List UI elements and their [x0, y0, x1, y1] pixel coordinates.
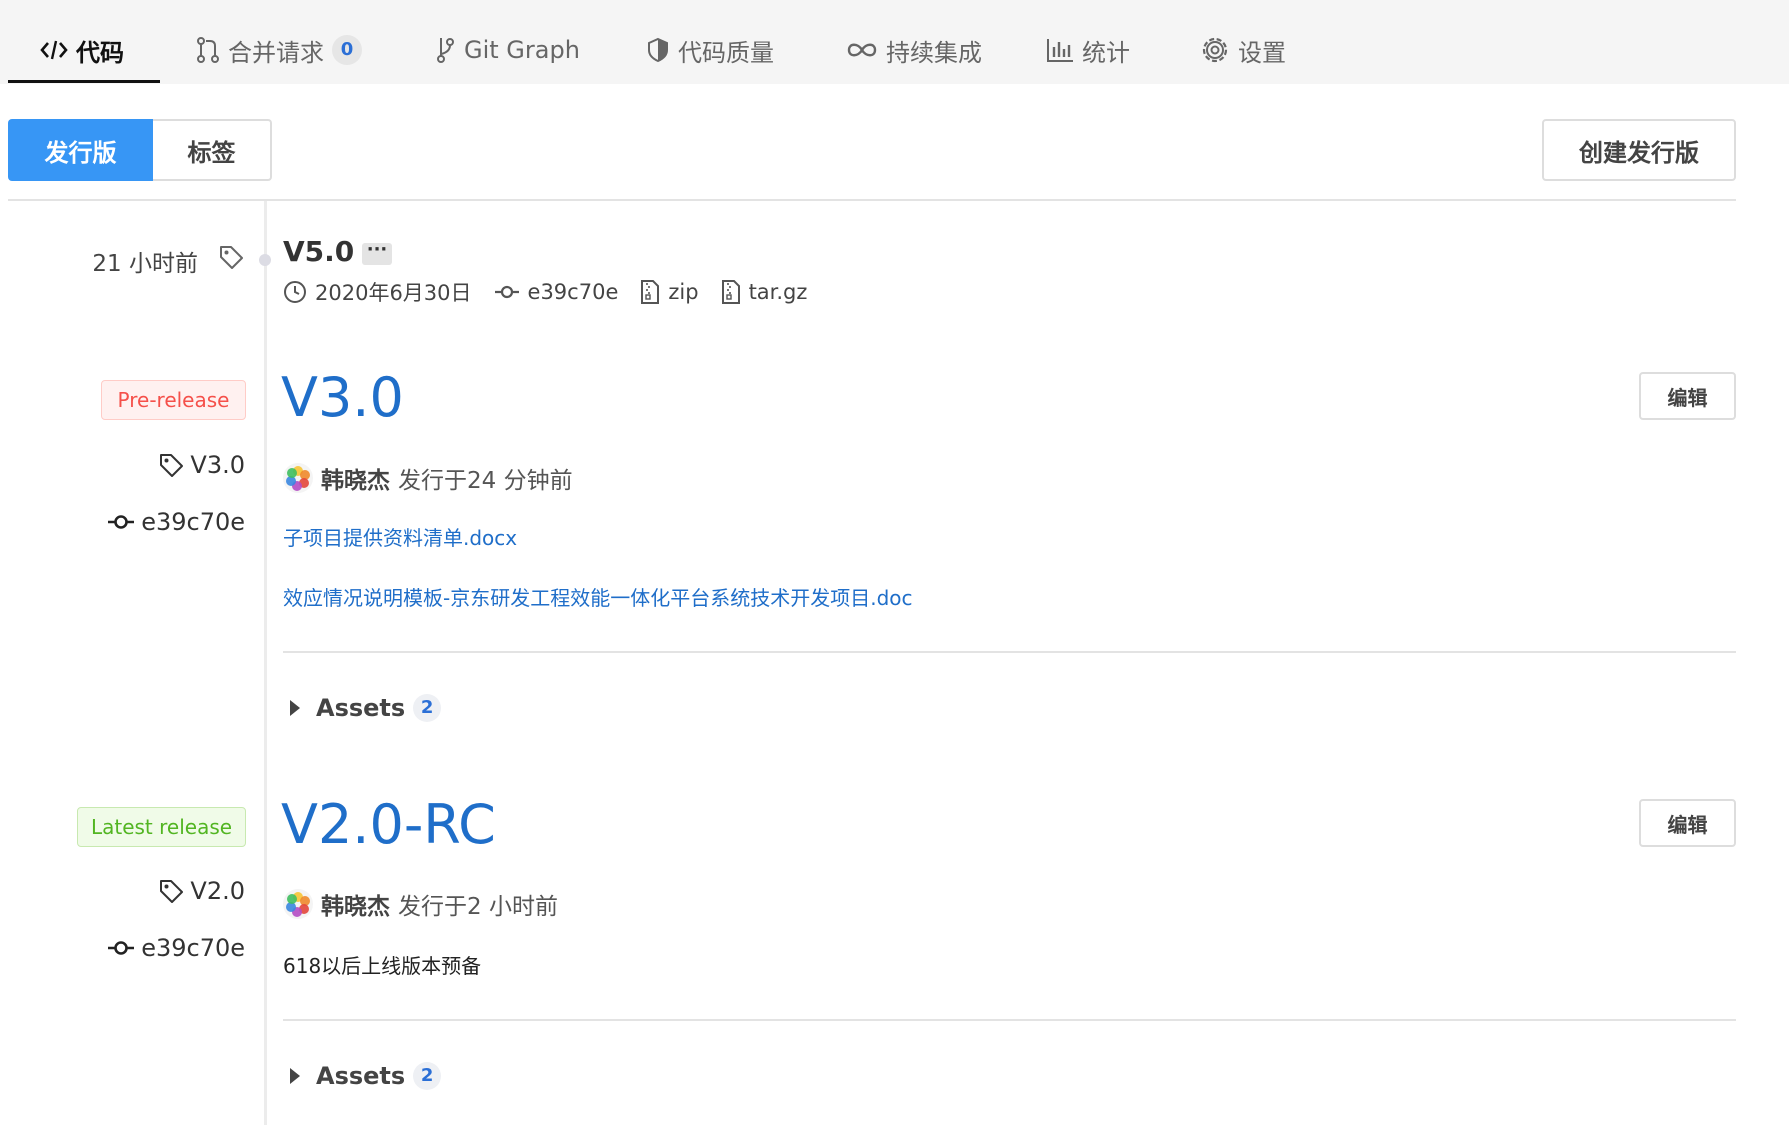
tag-meta: 2020年6月30日 e39c70e zip tar.gz: [283, 277, 829, 307]
tab-label: 设置: [1238, 38, 1286, 67]
attachment-link[interactable]: 效应情况说明模板-京东研发工程效能一体化平台系统技术开发项目.doc: [283, 582, 913, 611]
commit-icon: [108, 515, 135, 529]
tag-name[interactable]: V5.0: [283, 235, 354, 268]
assets-count-badge: 2: [413, 694, 442, 722]
infinity-icon: [847, 43, 877, 57]
file-zip-icon: [641, 280, 660, 304]
tab-label: 代码质量: [678, 38, 774, 67]
assets-label: Assets: [316, 1062, 406, 1090]
assets-count-badge: 2: [413, 1062, 442, 1090]
tab-code[interactable]: 代码: [40, 30, 124, 70]
tab-label: 统计: [1082, 38, 1130, 67]
assets-label: Assets: [316, 694, 406, 722]
targz-download[interactable]: tar.gz: [721, 279, 808, 305]
attachment-link[interactable]: 子项目提供资料清单.docx: [283, 522, 517, 551]
assets-toggle[interactable]: Assets 2: [290, 694, 442, 722]
tab-ci[interactable]: 持续集成: [846, 30, 982, 70]
zip-download[interactable]: zip: [640, 279, 699, 305]
tag-commit[interactable]: e39c70e: [494, 280, 619, 304]
git-branch-icon: [437, 38, 454, 63]
tab-label: Git Graph: [464, 36, 580, 64]
author-name[interactable]: 韩晓杰: [321, 461, 390, 495]
tab-code-quality[interactable]: 代码质量: [646, 30, 774, 70]
tag-icon: [220, 246, 243, 269]
divider: [283, 651, 1736, 653]
avatar[interactable]: [283, 463, 313, 493]
tab-git-graph[interactable]: Git Graph: [436, 30, 580, 70]
caret-right-icon: [290, 700, 300, 716]
tag-icon: [160, 880, 184, 903]
more-button[interactable]: ···: [362, 241, 392, 265]
commit-hash: e39c70e: [141, 934, 245, 962]
bar-chart-icon: [1047, 39, 1073, 62]
release-commit[interactable]: e39c70e: [107, 508, 245, 536]
tab-label: 合并请求: [228, 38, 324, 67]
timeline-line: [264, 201, 267, 1125]
divider: [283, 1019, 1736, 1021]
gear-icon: [1202, 37, 1228, 63]
release-title[interactable]: V3.0: [281, 366, 404, 429]
commit-hash: e39c70e: [141, 508, 245, 536]
zip-label: zip: [668, 280, 699, 304]
latest-release-badge: Latest release: [77, 807, 246, 847]
tag-date: 2020年6月30日: [283, 277, 472, 307]
divider: [8, 199, 1736, 201]
release-commit[interactable]: e39c70e: [107, 934, 245, 962]
tag-time-ago: 21 小时前: [92, 251, 198, 277]
targz-label: tar.gz: [748, 280, 808, 304]
release-notes: 618以后上线版本预备: [283, 954, 482, 978]
active-tab-indicator: [8, 80, 160, 83]
tab-merge-requests[interactable]: 合并请求 0: [196, 30, 362, 70]
published-time: 发行于24 分钟前: [398, 468, 573, 494]
tag-date-text: 2020年6月30日: [315, 281, 472, 305]
published-time: 发行于2 小时前: [398, 894, 558, 920]
commit-icon: [494, 285, 519, 299]
release-tag[interactable]: V3.0: [158, 451, 245, 479]
author-name[interactable]: 韩晓杰: [321, 887, 390, 921]
code-icon: [40, 40, 68, 60]
tab-statistics[interactable]: 统计: [1046, 30, 1130, 70]
shield-icon: [648, 37, 668, 63]
commit-hash: e39c70e: [527, 280, 619, 304]
caret-right-icon: [290, 1068, 300, 1084]
clock-icon: [284, 281, 306, 303]
releases-toggle-button[interactable]: 发行版: [8, 119, 153, 181]
assets-toggle[interactable]: Assets 2: [290, 1062, 442, 1090]
release-tag-label: V3.0: [190, 451, 245, 479]
avatar[interactable]: [283, 889, 313, 919]
pre-release-badge: Pre-release: [101, 380, 246, 420]
merge-request-icon: [197, 37, 219, 63]
commit-icon: [108, 941, 135, 955]
file-zip-icon: [721, 280, 740, 304]
edit-button[interactable]: 编辑: [1639, 372, 1736, 420]
merge-request-count-badge: 0: [332, 35, 362, 65]
tab-settings[interactable]: 设置: [1200, 30, 1286, 70]
release-tag[interactable]: V2.0: [158, 877, 245, 905]
timeline-dot: [259, 254, 271, 266]
tab-label: 代码: [76, 38, 124, 67]
repo-tab-bar: 代码 合并请求 0 Git Graph 代码质量 持续集成 统计 设置: [0, 0, 1789, 84]
tab-label: 持续集成: [886, 38, 982, 67]
release-author-row: 韩晓杰 发行于24 分钟前: [283, 461, 573, 495]
edit-button[interactable]: 编辑: [1639, 799, 1736, 847]
release-title[interactable]: V2.0-RC: [281, 793, 496, 856]
release-author-row: 韩晓杰 发行于2 小时前: [283, 887, 558, 921]
tags-toggle-button[interactable]: 标签: [153, 119, 272, 181]
tag-icon: [160, 454, 184, 477]
release-tag-label: V2.0: [190, 877, 245, 905]
create-release-button[interactable]: 创建发行版: [1542, 119, 1736, 181]
